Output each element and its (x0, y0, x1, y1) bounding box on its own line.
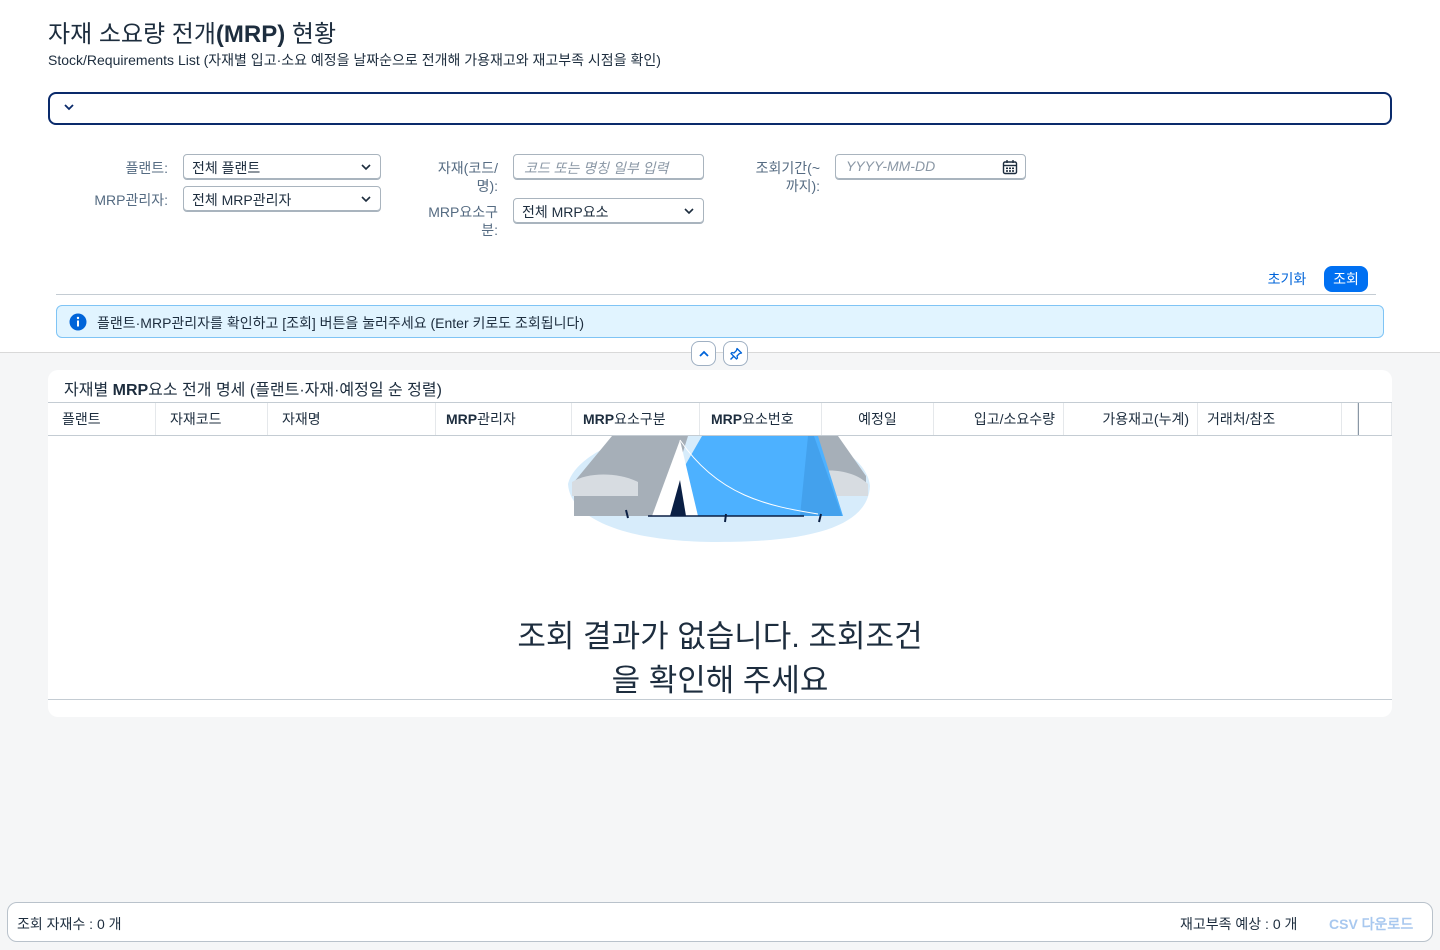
material-count-text: 조회 자재수 : 0 개 (17, 916, 122, 932)
page-subtitle: Stock/Requirements List (자재별 입고·소요 예정을 날… (48, 52, 661, 68)
plant-label: 플랜트: (125, 160, 168, 176)
period-date-input[interactable]: YYYY-MM-DD (835, 154, 1026, 180)
filter-toggle-bar[interactable] (48, 92, 1392, 125)
mrp-controller-select-value: 전체 MRP관리자 (192, 192, 292, 208)
chevron-down-icon (64, 104, 74, 111)
column-header-vendor-reference[interactable]: 거래처/참조 (1198, 403, 1342, 435)
divider (56, 294, 1376, 295)
period-label-line1: 조회기간(~ (755, 160, 820, 176)
mrp-element-label-line1: MRP요소구 (428, 204, 498, 220)
period-date-placeholder: YYYY-MM-DD (846, 158, 936, 174)
search-button[interactable]: 조회 (1324, 266, 1368, 292)
period-label: 조회기간(~ 까지): (724, 159, 820, 195)
column-header-available-stock[interactable]: 가용재고(누계) (1064, 403, 1198, 435)
empty-state-line2: 을 확인해 주세요 (611, 663, 829, 698)
csv-download-button[interactable]: CSV 다운로드 (1329, 914, 1413, 934)
footer-bar: 조회 자재수 : 0 개 재고부족 예상 : 0 개 CSV 다운로드 (7, 902, 1433, 942)
column-header-spacer (1342, 403, 1358, 435)
column-header-mrp-element-type[interactable]: MRP요소구분 (572, 403, 700, 435)
mrp-element-label: MRP요소구 분: (404, 203, 498, 239)
period-label-line2: 까지): (785, 178, 820, 194)
mrp-element-select-value: 전체 MRP요소 (522, 204, 609, 220)
material-input[interactable]: 코드 또는 명칭 일부 입력 (513, 154, 704, 180)
plant-select[interactable]: 전체 플랜트 (183, 154, 381, 180)
collapse-header-button[interactable] (691, 341, 716, 366)
material-input-placeholder: 코드 또는 명칭 일부 입력 (524, 160, 669, 176)
table-header: 플랜트 자재코드 자재명 MRP관리자 MRP요소구분 MRP요소번호 예정일 … (48, 402, 1392, 436)
info-message-text: 플랜트·MRP관리자를 확인하고 [조회] 버튼을 눌러주세요 (Enter 키… (97, 315, 585, 331)
mrp-controller-select[interactable]: 전체 MRP관리자 (183, 186, 381, 212)
empty-tent-illustration (568, 436, 870, 542)
empty-state-message: 조회 결과가 없습니다. 조회조건 을 확인해 주세요 (48, 615, 1392, 703)
column-header-material-name[interactable]: 자재명 (268, 403, 436, 435)
mrp-element-label-line2: 분: (481, 222, 498, 238)
column-header-scheduled-date[interactable]: 예정일 (822, 403, 934, 435)
info-message-strip: 플랜트·MRP관리자를 확인하고 [조회] 버튼을 눌러주세요 (Enter 키… (56, 305, 1384, 338)
shortage-count-text: 재고부족 예상 : 0 개 (1180, 916, 1298, 932)
chevron-up-icon (699, 350, 709, 357)
calendar-icon[interactable] (1002, 159, 1018, 175)
column-header-mrp-controller[interactable]: MRP관리자 (436, 403, 572, 435)
page-title: 자재 소요량 전개(MRP) 현황 (48, 21, 337, 48)
header-area: 자재 소요량 전개(MRP) 현황 Stock/Requirements Lis… (0, 0, 1440, 353)
column-header-mrp-element-number[interactable]: MRP요소번호 (700, 403, 822, 435)
column-header-scrollbar (1358, 403, 1392, 435)
info-icon (69, 313, 87, 331)
material-label: 자재(코드/ 명): (404, 159, 498, 195)
table-title: 자재별 MRP요소 전개 명세 (플랜트·자재·예정일 순 정렬) (64, 382, 442, 399)
chevron-down-icon (361, 196, 371, 203)
empty-state-line1: 조회 결과가 없습니다. 조회조건 (517, 619, 923, 654)
column-header-plant[interactable]: 플랜트 (48, 403, 156, 435)
plant-select-value: 전체 플랜트 (192, 160, 261, 176)
mrp-element-select[interactable]: 전체 MRP요소 (513, 198, 704, 224)
pin-header-button[interactable] (723, 341, 748, 366)
column-header-quantity[interactable]: 입고/소요수량 (934, 403, 1064, 435)
chevron-down-icon (684, 208, 694, 215)
chevron-down-icon (361, 164, 371, 171)
mrp-controller-label: MRP관리자: (94, 192, 168, 208)
pin-icon (730, 347, 743, 360)
table-bottom-border (48, 699, 1392, 700)
material-label-line1: 자재(코드/ (437, 160, 498, 176)
results-panel: 자재별 MRP요소 전개 명세 (플랜트·자재·예정일 순 정렬) 플랜트 자재… (48, 370, 1392, 717)
material-label-line2: 명): (476, 178, 498, 194)
column-header-material-code[interactable]: 자재코드 (156, 403, 268, 435)
reset-button[interactable]: 초기화 (1258, 267, 1316, 291)
